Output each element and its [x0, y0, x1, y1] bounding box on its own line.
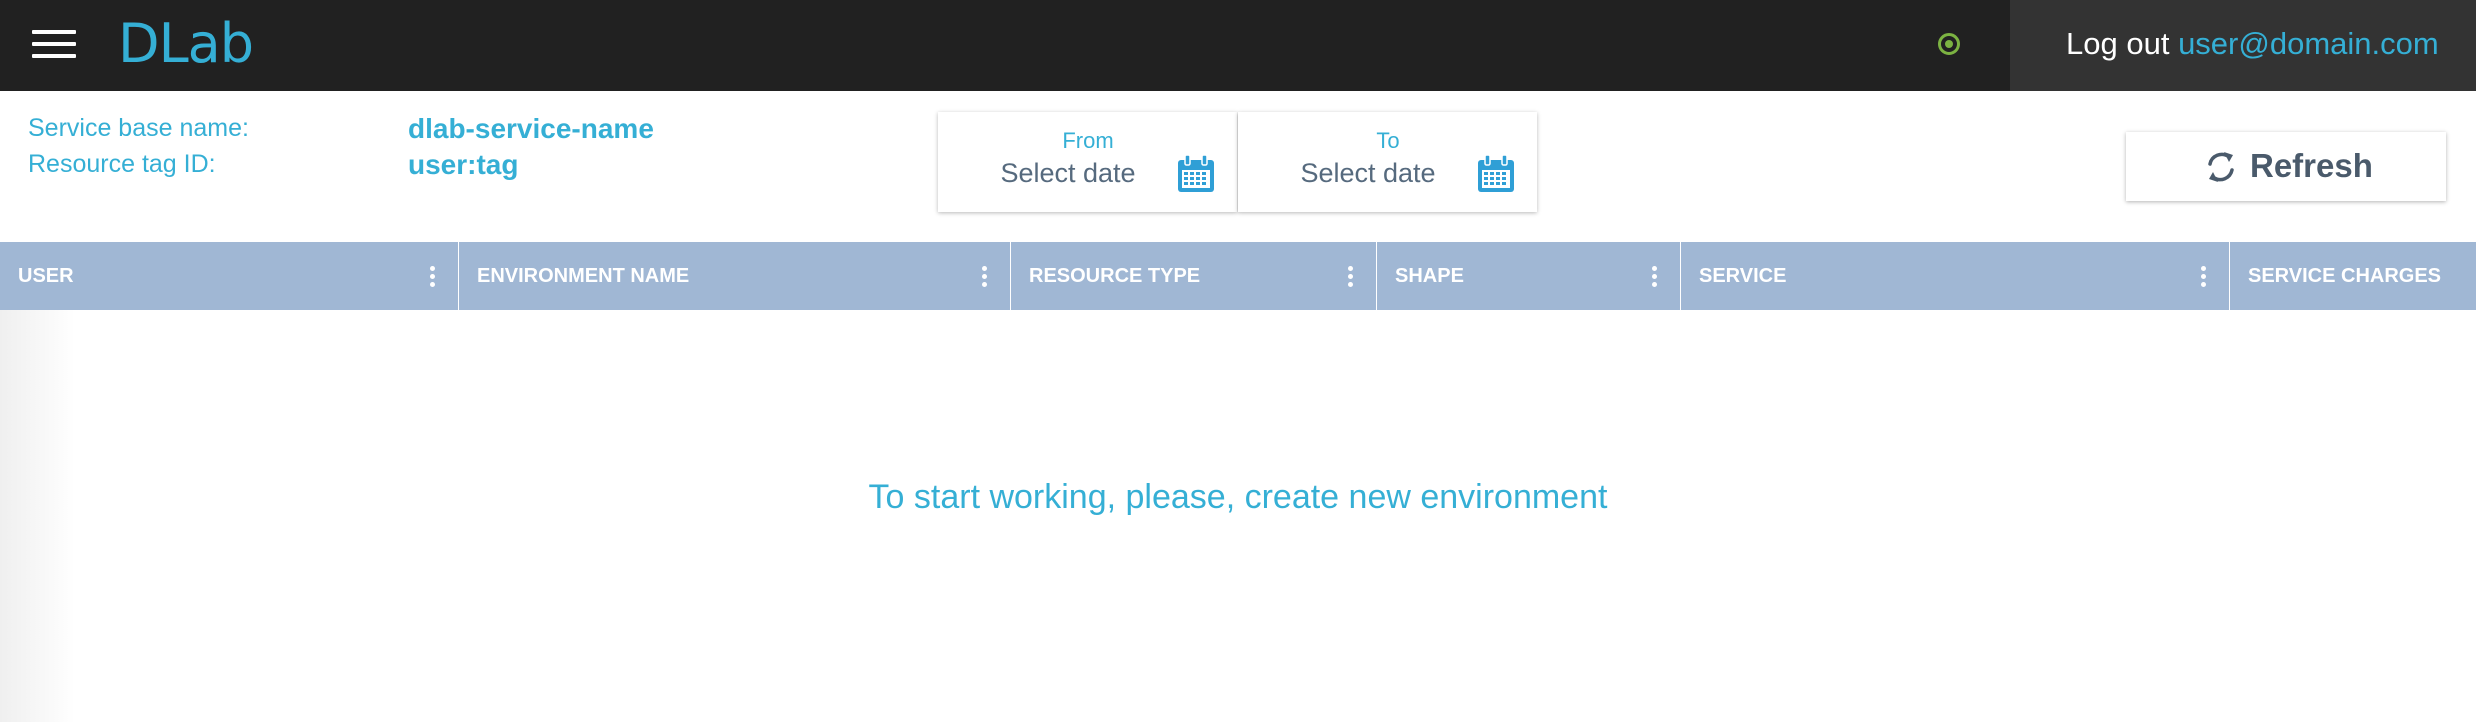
logout-link[interactable]: Log out user@domain.com	[2066, 0, 2439, 91]
top-navigation-bar: DLab Log out user@domain.com	[0, 0, 2476, 91]
calendar-icon[interactable]	[1476, 154, 1516, 194]
from-date-picker[interactable]: From Select date	[938, 112, 1237, 212]
refresh-icon	[2208, 152, 2234, 182]
column-label: SERVICE CHARGES	[2248, 265, 2442, 287]
to-date-label: To	[1376, 128, 1400, 153]
user-email: user@domain.com	[2178, 26, 2439, 61]
refresh-label: Refresh	[2250, 147, 2373, 184]
service-base-name-label: Service base name:	[28, 114, 249, 142]
empty-state-message: To start working, please, create new env…	[868, 478, 1608, 516]
column-label: RESOURCE TYPE	[1029, 265, 1201, 287]
column-header-resource-type[interactable]: RESOURCE TYPE	[1011, 242, 1377, 310]
from-date-label: From	[1062, 128, 1114, 153]
column-header-environment-name[interactable]: ENVIRONMENT NAME	[459, 242, 1011, 310]
connection-status-icon	[1938, 33, 1960, 55]
calendar-icon[interactable]	[1176, 154, 1216, 194]
column-label: SHAPE	[1395, 265, 1464, 287]
refresh-button[interactable]: Refresh	[2126, 132, 2446, 201]
column-menu-icon[interactable]	[2201, 266, 2207, 288]
column-header-service[interactable]: SERVICE	[1681, 242, 2230, 310]
column-label: USER	[18, 265, 74, 287]
column-menu-icon[interactable]	[982, 266, 988, 288]
column-menu-icon[interactable]	[430, 266, 436, 288]
to-date-input[interactable]: Select date	[1238, 158, 1498, 189]
column-menu-icon[interactable]	[1348, 266, 1354, 288]
menu-icon[interactable]	[32, 26, 76, 62]
column-menu-icon[interactable]	[1652, 266, 1658, 288]
column-header-shape[interactable]: SHAPE	[1377, 242, 1681, 310]
column-header-service-charges[interactable]: SERVICE CHARGES	[2230, 242, 2476, 310]
column-label: SERVICE	[1699, 265, 1787, 287]
table-body: To start working, please, create new env…	[0, 310, 2476, 722]
resource-tag-value: user:tag	[408, 149, 519, 180]
column-header-user[interactable]: USER	[0, 242, 459, 310]
resource-tag-label: Resource tag ID:	[28, 150, 216, 178]
app-logo: DLab	[118, 12, 254, 75]
table-header: USER ENVIRONMENT NAME RESOURCE TYPE SHAP…	[0, 242, 2476, 310]
logout-label: Log out	[2066, 26, 2170, 61]
service-base-name-value: dlab-service-name	[408, 113, 654, 144]
to-date-picker[interactable]: To Select date	[1238, 112, 1537, 212]
logout-area: Log out user@domain.com	[2010, 0, 2476, 91]
from-date-input[interactable]: Select date	[938, 158, 1198, 189]
column-label: ENVIRONMENT NAME	[477, 265, 690, 287]
